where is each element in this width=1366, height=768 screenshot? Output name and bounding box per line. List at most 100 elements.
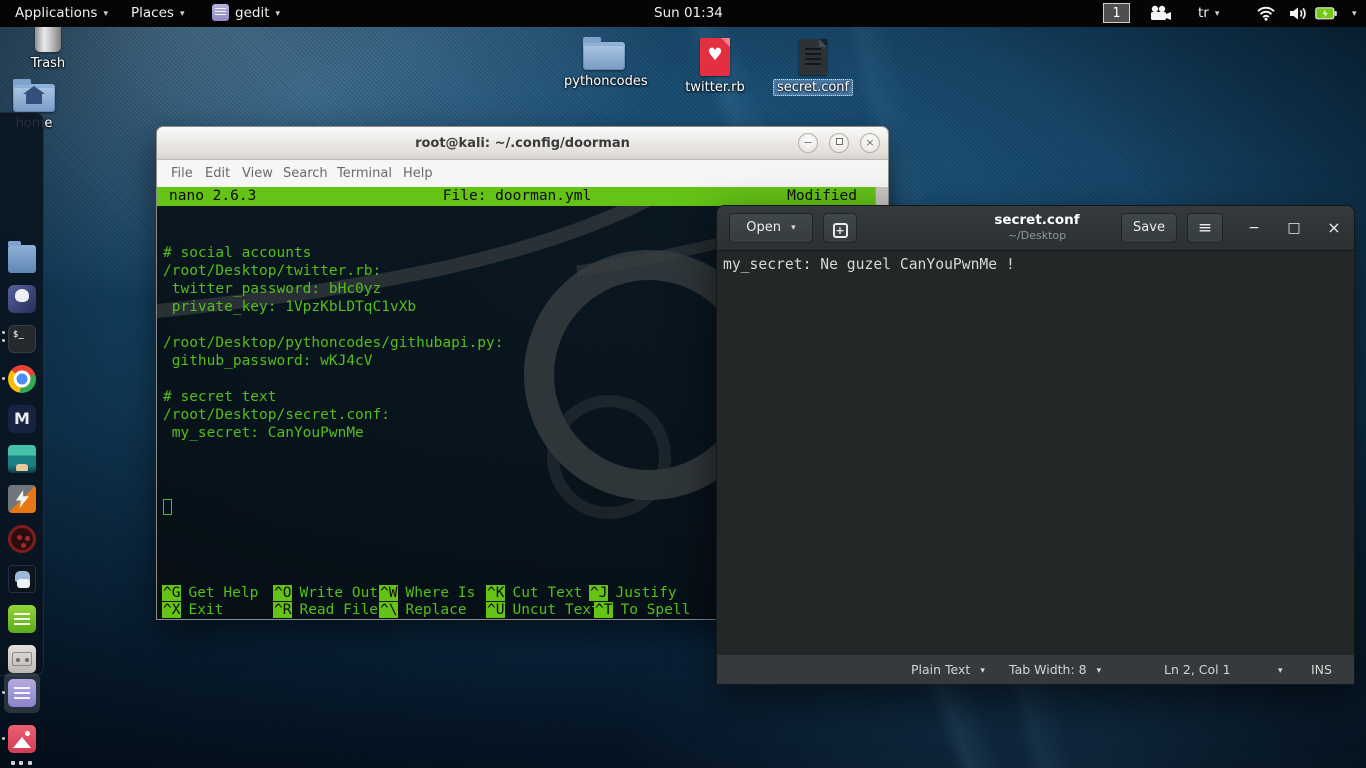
insert-mode-indicator: INS [1311,655,1332,685]
chevron-down-icon: ▾ [980,666,985,676]
hamburger-icon: ≡ [1198,218,1212,238]
save-button[interactable]: Save [1121,213,1177,243]
dock-item-gedit[interactable] [8,679,36,707]
menu-help[interactable]: Help [403,160,433,187]
nano-shortcut-replace: ^\Replace [379,602,467,619]
cursor-position[interactable]: Ln 2, Col 1 [1164,655,1231,685]
nano-line: /root/Desktop/twitter.rb: [163,262,503,280]
chevron-down-icon: ▾ [791,223,796,233]
gedit-minimize-button[interactable]: − [1241,218,1267,240]
workspace-indicator[interactable]: 1 [1103,3,1130,23]
nano-line: twitter_password: bHc0yz [163,280,503,298]
system-menu[interactable]: ▾ [1346,0,1357,27]
metasploit-m-icon: M [14,409,30,428]
gedit-maximize-button[interactable]: □ [1281,218,1307,240]
maximize-icon: □ [1287,220,1300,236]
secret-conf-label: secret.conf [773,79,853,96]
dock-item-chrome[interactable] [8,365,36,393]
dock-item-green-notes[interactable] [8,605,36,633]
trash-icon [35,24,61,52]
gedit-close-button[interactable]: × [1321,218,1347,240]
volume-icon[interactable] [1288,6,1308,21]
nano-shortcut-uncut-text: ^UUncut Text [486,602,600,619]
ruby-file-icon: ♥ [700,38,730,76]
menu-file[interactable]: File [171,160,193,187]
nano-text: # social accounts /root/Desktop/twitter.… [163,244,503,442]
terminal-minimize-button[interactable]: − [798,133,818,153]
twitter-rb-label: twitter.rb [685,80,744,95]
dock-item-beef[interactable] [8,565,36,593]
menu-terminal[interactable]: Terminal [337,160,392,187]
nano-line: /root/Desktop/pythoncodes/githubapi.py: [163,334,503,352]
nano-modified-flag: Modified [787,188,857,204]
running-indicator-dot [2,737,5,740]
house-icon [26,94,42,104]
applications-menu[interactable]: Applications▾ [15,0,108,27]
dock-item-metasploit[interactable]: M [8,405,36,433]
tab-width-selector[interactable]: Tab Width: 8 ▾ [1009,655,1101,685]
terminal-titlebar[interactable]: root@kali: ~/.config/doorman − × [157,127,888,160]
terminal-close-button[interactable]: × [860,133,880,153]
nano-line: my_secret: CanYouPwnMe [163,424,503,442]
dock-item-character-app[interactable] [8,445,36,473]
wifi-icon[interactable] [1256,6,1276,21]
open-button[interactable]: Open ▾ [729,213,813,243]
menu-edit[interactable]: Edit [205,160,230,187]
top-panel: Applications▾ Places▾ gedit▾ Sun 01:34 1… [0,0,1366,27]
dock-item-terminal[interactable]: $_ [8,325,36,353]
chevron-down-icon: ▾ [1352,9,1357,19]
chevron-down-icon: ▾ [1278,666,1283,676]
menu-search[interactable]: Search [283,160,328,187]
dock-item-image-viewer[interactable] [8,725,36,753]
maximize-icon [836,138,843,145]
screen-recorder-icon[interactable] [1148,5,1172,22]
chevron-down-icon: ▾ [1097,666,1102,676]
nano-line: # social accounts [163,244,503,262]
running-indicator-dot [2,691,5,694]
minimize-icon: − [803,136,812,149]
terminal-prompt-icon: $_ [13,330,24,340]
running-indicator-dot [2,339,5,342]
nano-shortcut-read-file: ^RRead File [273,602,378,619]
gedit-statusbar: Plain Text ▾ Tab Width: 8 ▾ Ln 2, Col 1 … [717,654,1354,684]
new-tab-button[interactable]: + [823,213,857,243]
running-indicator-dot [2,331,5,334]
desktop-icon-trash[interactable]: Trash [8,24,88,71]
dock-item-mascot-app[interactable] [8,285,36,313]
conf-file-icon [799,39,827,75]
dock-item-file-manager[interactable] [8,245,36,273]
home-folder-icon [13,84,55,112]
nano-line: /root/Desktop/secret.conf: [163,406,503,424]
gedit-headerbar[interactable]: Open ▾ + secret.conf ~/Desktop Save ≡ − … [717,206,1354,251]
active-app-menu[interactable]: gedit▾ [212,0,280,27]
gedit-app-icon [212,4,229,21]
clock[interactable]: Sun 01:34 [654,0,723,27]
dock-item-red-circle-app[interactable] [8,525,36,553]
nano-shortcut-to-spell: ^TTo Spell [594,602,690,619]
desktop-icon-pythoncodes[interactable]: pythoncodes [564,42,644,89]
position-dropdown[interactable]: ▾ [1272,655,1283,685]
nano-cursor [163,499,172,515]
nano-shortcut-get-help: ^GGet Help [162,585,258,602]
places-menu[interactable]: Places▾ [131,0,184,27]
desktop-icon-secret-conf[interactable]: secret.conf [773,39,853,96]
close-icon: × [865,136,874,149]
nano-line: # secret text [163,388,503,406]
keyboard-layout-indicator[interactable]: tr▾ [1198,0,1219,27]
nano-line [163,316,503,334]
dock-item-burpsuite[interactable] [8,485,36,513]
menu-button[interactable]: ≡ [1187,213,1223,243]
nano-filename: File: doorman.yml [157,188,877,204]
battery-icon[interactable] [1315,7,1337,20]
language-selector[interactable]: Plain Text ▾ [911,655,985,685]
dock-item-media-app[interactable] [8,645,36,673]
menu-view[interactable]: View [242,160,273,187]
running-indicator-dot [2,377,5,380]
desktop-icon-twitter-rb[interactable]: ♥ twitter.rb [675,38,755,95]
terminal-title: root@kali: ~/.config/doorman [157,127,888,160]
app-grid-icon[interactable] [11,761,33,768]
gedit-text-area[interactable]: my_secret: Ne guzel CanYouPwnMe ! [717,251,1354,654]
chevron-down-icon: ▾ [1215,9,1220,19]
gedit-text-line: my_secret: Ne guzel CanYouPwnMe ! [723,256,1015,273]
terminal-maximize-button[interactable] [829,133,849,153]
